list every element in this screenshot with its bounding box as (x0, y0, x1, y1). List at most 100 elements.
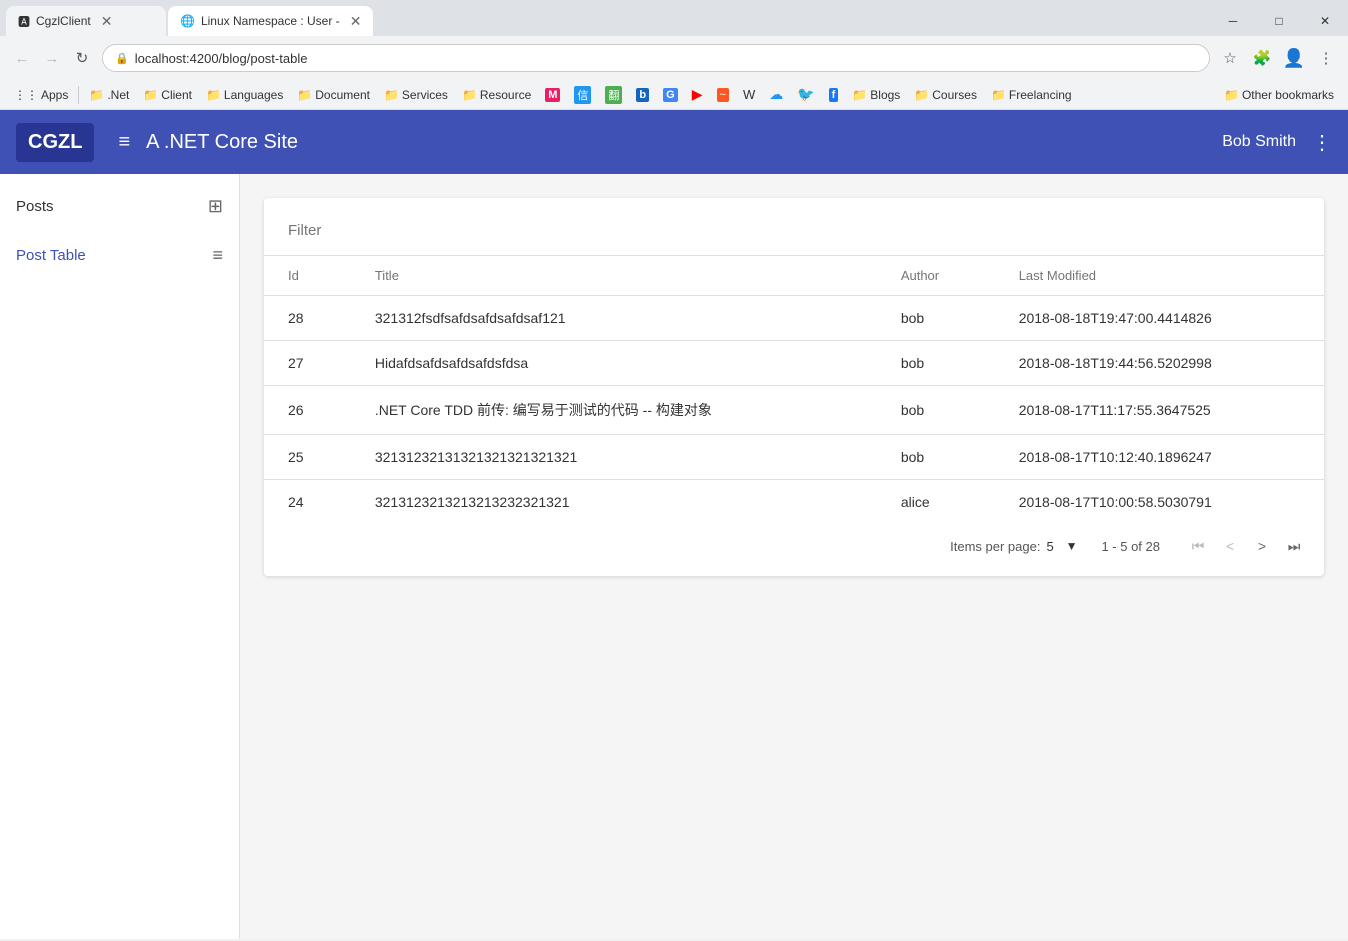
bookmark-icon: 翻 (605, 86, 622, 104)
tab-close-btn[interactable]: ✕ (350, 13, 362, 30)
forward-button[interactable]: → (38, 44, 66, 72)
bookmark-icon: G (663, 88, 678, 102)
bookmark-label: Blogs (870, 88, 900, 102)
bookmark-label: Other bookmarks (1242, 88, 1334, 102)
cell-last-modified: 2018-08-18T19:47:00.4414826 (995, 296, 1324, 341)
bookmark-label: .Net (107, 88, 129, 102)
table-body: 28 321312fsdfsafdsafdsafdsaf121 bob 2018… (264, 296, 1324, 525)
bookmark-apps[interactable]: ⋮⋮ Apps (8, 86, 74, 104)
bookmark-icon: ⋮⋮ (14, 88, 38, 102)
nav-bar: ← → ↻ 🔒 localhost:4200/blog/post-table ☆… (0, 36, 1348, 80)
maximize-button[interactable]: □ (1256, 6, 1302, 36)
cell-id: 25 (264, 435, 351, 480)
cell-author: bob (877, 341, 995, 386)
window-controls: ─ □ ✕ (1210, 6, 1348, 36)
prev-page-button[interactable]: < (1216, 532, 1244, 560)
bookmark-icon: f (829, 88, 839, 102)
bookmark-client[interactable]: 📁 Client (137, 86, 198, 104)
table-header: Id Title Author Last Modified (264, 256, 1324, 296)
bookmark-youtube[interactable]: ▶ (686, 84, 709, 105)
user-name: Bob Smith (1222, 133, 1296, 151)
app-header: CGZL ≡ A .NET Core Site Bob Smith ⋮ (0, 110, 1348, 174)
account-button[interactable]: 👤 (1280, 44, 1308, 72)
bookmark-icon: ~ (717, 88, 729, 102)
address-bar[interactable]: 🔒 localhost:4200/blog/post-table (102, 44, 1210, 72)
sidebar-item-posts[interactable]: Posts ⊞ (0, 182, 239, 231)
bookmarks-bar: ⋮⋮ Apps 📁 .Net 📁 Client 📁 Languages 📁 Do… (0, 80, 1348, 110)
bookmark-icon: 📁 (1224, 88, 1239, 102)
bookmark-tilde[interactable]: ~ (711, 86, 735, 104)
bookmark-google[interactable]: G (657, 86, 684, 104)
browser-tab-linux[interactable]: 🌐 Linux Namespace : User - ✕ (168, 6, 373, 36)
bookmark-resource[interactable]: 📁 Resource (456, 86, 537, 104)
bookmark-icon: 信 (574, 86, 591, 104)
bookmark-services[interactable]: 📁 Services (378, 86, 454, 104)
tab-close-btn[interactable]: ✕ (101, 13, 113, 30)
table-row: 25 32131232131321321321321321 bob 2018-0… (264, 435, 1324, 480)
last-page-button[interactable]: ⏭ (1280, 532, 1308, 560)
filter-input[interactable] (288, 214, 1300, 247)
bookmark-other[interactable]: 📁 Other bookmarks (1218, 86, 1340, 104)
bookmark-blogs[interactable]: 📁 Blogs (846, 86, 906, 104)
cell-last-modified: 2018-08-17T10:12:40.1896247 (995, 435, 1324, 480)
bookmark-label: Apps (41, 88, 68, 102)
bookmark-translate[interactable]: 翻 (599, 84, 628, 106)
bookmark-b[interactable]: b (630, 86, 655, 104)
col-header-title: Title (351, 256, 877, 296)
table-footer: Items per page: 5 10 25 ▼ 1 - 5 of 28 (264, 524, 1324, 568)
browser-tab-cgzlclient[interactable]: 🅰 CgzlClient ✕ (6, 6, 166, 36)
bookmark-label: Courses (932, 88, 977, 102)
bookmark-languages[interactable]: 📁 Languages (200, 86, 289, 104)
back-button[interactable]: ← (8, 44, 36, 72)
cell-id: 26 (264, 386, 351, 435)
app-body: Posts ⊞ Post Table ≡ Id (0, 174, 1348, 939)
tab-label: CgzlClient (36, 14, 91, 28)
app: CGZL ≡ A .NET Core Site Bob Smith ⋮ Post… (0, 110, 1348, 939)
hamburger-icon[interactable]: ≡ (118, 131, 130, 154)
bookmark-cloud[interactable]: ☁ (763, 84, 789, 105)
items-per-page-label: Items per page: (950, 539, 1040, 554)
bookmark-button[interactable]: ☆ (1216, 44, 1244, 72)
table-row: 26 .NET Core TDD 前传: 编写易于测试的代码 -- 构建对象 b… (264, 386, 1324, 435)
sidebar-posts-label: Posts (16, 198, 54, 215)
bookmark-courses[interactable]: 📁 Courses (908, 86, 983, 104)
lock-icon: 🔒 (115, 52, 129, 65)
table-row: 27 Hidafdsafdsafdsafdsfdsa bob 2018-08-1… (264, 341, 1324, 386)
bookmark-separator (78, 86, 79, 104)
tab-favicon: 🅰 (18, 13, 30, 30)
bookmark-icon: 📁 (462, 88, 477, 102)
bookmark-label: Client (161, 88, 192, 102)
bookmark-wiki[interactable]: W (737, 85, 761, 104)
cell-author: alice (877, 480, 995, 525)
bookmark-icon: b (636, 88, 649, 102)
cell-author: bob (877, 435, 995, 480)
refresh-button[interactable]: ↻ (68, 44, 96, 72)
sidebar-item-post-table[interactable]: Post Table ≡ (0, 231, 239, 280)
bookmark-icon: 📁 (991, 88, 1006, 102)
bookmark-document[interactable]: 📁 Document (291, 86, 376, 104)
extensions-button[interactable]: 🧩 (1248, 44, 1276, 72)
bookmark-freelancing[interactable]: 📁 Freelancing (985, 86, 1078, 104)
data-table: Id Title Author Last Modified 28 321312f… (264, 256, 1324, 524)
items-per-page: Items per page: 5 10 25 ▼ (950, 539, 1077, 554)
tab-favicon: 🌐 (180, 14, 195, 28)
bookmark-twitter[interactable]: 🐦 (791, 84, 820, 105)
minimize-button[interactable]: ─ (1210, 6, 1256, 36)
sidebar: Posts ⊞ Post Table ≡ (0, 174, 240, 939)
app-logo: CGZL (16, 123, 94, 162)
bookmark-info[interactable]: 信 (568, 84, 597, 106)
bookmark-label: Freelancing (1009, 88, 1072, 102)
bookmark-net[interactable]: 📁 .Net (83, 86, 135, 104)
bookmark-icon: ☁ (769, 86, 783, 103)
table-card: Id Title Author Last Modified 28 321312f… (264, 198, 1324, 576)
per-page-wrapper: 5 10 25 ▼ (1046, 539, 1077, 554)
first-page-button[interactable]: ⏮ (1184, 532, 1212, 560)
per-page-select[interactable]: 5 10 25 (1046, 539, 1077, 554)
more-options-icon[interactable]: ⋮ (1312, 130, 1332, 155)
close-button[interactable]: ✕ (1302, 6, 1348, 36)
nav-icons: ← → ↻ (8, 44, 96, 72)
next-page-button[interactable]: > (1248, 532, 1276, 560)
bookmark-facebook[interactable]: f (823, 86, 845, 104)
menu-button[interactable]: ⋮ (1312, 44, 1340, 72)
bookmark-m[interactable]: M (539, 86, 566, 104)
